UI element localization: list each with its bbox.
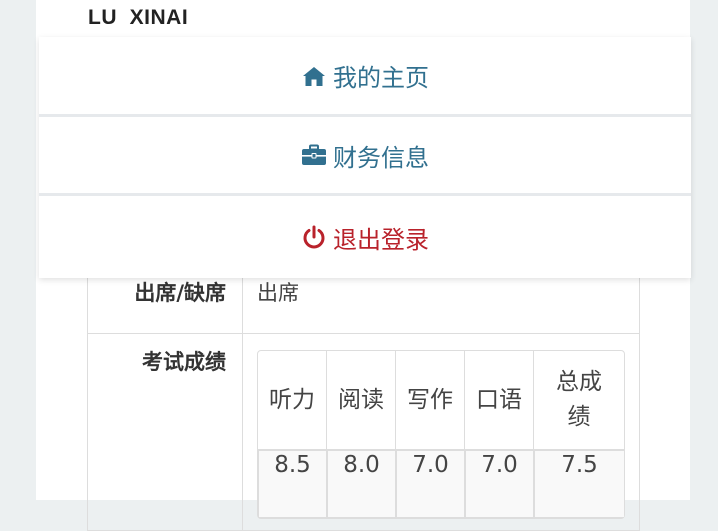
menu-item-my-homepage[interactable]: 我的主页 (39, 37, 691, 117)
menu-item-label: 财务信息 (333, 143, 429, 172)
exam-scores-label: 考试成绩 (87, 333, 243, 531)
score-header: 听力 (258, 351, 327, 450)
user-name: LU XINAI (88, 6, 189, 29)
menu-item-financial-info[interactable]: 财务信息 (39, 117, 691, 196)
menu-item-label: 退出登录 (333, 225, 429, 254)
score-value: 7.5 (534, 450, 624, 518)
menu-item-logout[interactable]: 退出登录 (39, 196, 691, 278)
score-value: 8.5 (258, 450, 327, 518)
score-value-row: 8.5 8.0 7.0 7.0 7.5 (258, 450, 624, 518)
score-header: 口语 (465, 351, 534, 450)
score-header: 写作 (396, 351, 465, 450)
table-row-exam-scores: 考试成绩 听力 阅读 写作 口语 总成绩 8.5 8.0 7.0 7.0 7.5 (87, 333, 640, 531)
score-table: 听力 阅读 写作 口语 总成绩 8.5 8.0 7.0 7.0 7.5 (257, 350, 625, 519)
score-header-row: 听力 阅读 写作 口语 总成绩 (258, 351, 624, 450)
score-value: 7.0 (465, 450, 534, 518)
score-value: 7.0 (396, 450, 465, 518)
student-info-table: 出席/缺席 出席 考试成绩 听力 阅读 写作 口语 总成绩 8.5 8.0 7.… (87, 264, 640, 531)
score-value: 8.0 (327, 450, 396, 518)
power-icon (301, 224, 327, 250)
briefcase-icon (301, 142, 327, 168)
score-header: 阅读 (327, 351, 396, 450)
menu-item-label: 我的主页 (333, 64, 429, 92)
user-dropdown-menu: 我的主页 财务信息 退出登录 (39, 37, 691, 278)
exam-scores-cell: 听力 阅读 写作 口语 总成绩 8.5 8.0 7.0 7.0 7.5 (242, 333, 640, 531)
home-icon (301, 63, 327, 89)
score-header: 总成绩 (534, 351, 624, 450)
